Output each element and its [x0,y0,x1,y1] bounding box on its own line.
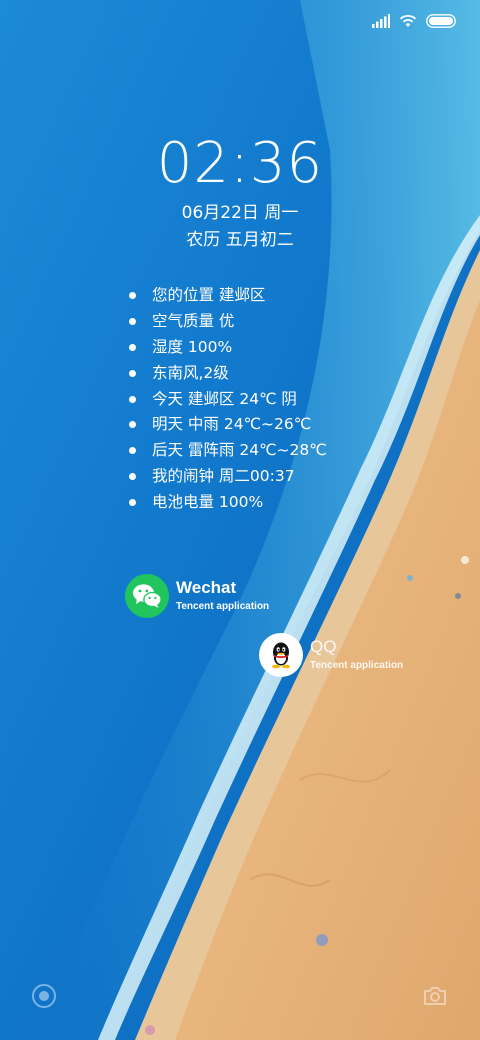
info-text: 明天 中雨 24℃~26℃ [152,415,312,434]
bullet-icon [129,292,136,299]
info-text: 电池电量 100% [152,493,264,512]
qq-shortcut[interactable]: QQ Tencent application [259,633,403,677]
bullet-icon [129,421,136,429]
lock-screen[interactable]: 02:36 06月22日 周一 农历 五月初二 您的位置 建邺区 空气质量 优 … [0,0,480,1040]
info-text: 空气质量 优 [152,311,235,330]
bullet-icon [129,473,136,481]
wechat-shortcut[interactable]: Wechat Tencent application [125,574,269,618]
info-air-quality: 空气质量 优 [129,309,327,335]
info-weather-day-after: 后天 雷阵雨 24℃~28℃ [129,438,327,464]
qq-icon[interactable] [259,633,303,677]
battery-icon [426,14,456,28]
info-wind: 东南风,2级 [129,361,327,387]
info-text: 您的位置 建邺区 [152,286,266,304]
info-battery: 电池电量 100% [129,490,327,516]
bullet-icon [129,369,136,377]
info-weather-today: 今天 建邺区 24℃ 阴 [129,387,327,413]
qq-subtitle: Tencent application [310,660,404,671]
info-text: 我的闹钟 周二00:37 [152,467,295,486]
info-weather-tomorrow: 明天 中雨 24℃~26℃ [129,412,327,438]
info-humidity: 湿度 100% [129,335,327,361]
bullet-icon [129,317,136,325]
assistant-icon[interactable] [31,983,57,1009]
info-alarm: 我的闹钟 周二00:37 [129,464,327,490]
bullet-icon [129,343,136,351]
signal-icon [372,14,390,28]
wechat-name: Wechat [176,578,237,597]
bullet-icon [129,447,136,455]
date-text: 06月22日 周一 [181,203,299,223]
camera-icon[interactable] [422,983,448,1009]
info-text: 湿度 100% [152,337,233,356]
bullet-icon [129,499,136,507]
wechat-icon[interactable] [125,574,169,618]
status-bar [372,10,456,32]
info-location: 您的位置 建邺区 [129,283,327,309]
wechat-subtitle: Tencent application [176,601,270,612]
lunar-date-text: 农历 五月初二 [186,230,294,250]
info-text: 今天 建邺区 24℃ 阴 [152,389,297,408]
bullet-icon [129,395,136,403]
info-text: 东南风,2级 [152,363,229,382]
info-text: 后天 雷阵雨 24℃~28℃ [152,441,327,460]
info-list: 您的位置 建邺区 空气质量 优 湿度 100% 东南风,2级 今天 建邺区 24… [129,283,327,516]
lock-clock: 02:36 [156,131,324,196]
wifi-icon [399,14,417,27]
qq-name: QQ [310,637,337,656]
